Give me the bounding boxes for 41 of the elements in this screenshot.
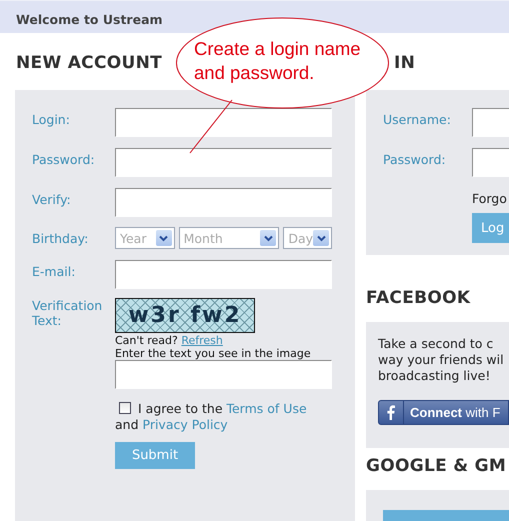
field-label: Verification Text:: [32, 298, 104, 330]
checkbox[interactable]: [119, 402, 131, 414]
field-label: Username:: [383, 111, 452, 129]
caret-icon: [313, 230, 329, 246]
agreement-text: I agree to the Terms of Use and Privacy Policy: [115, 401, 308, 433]
callout-text: Create a login name and password.: [194, 37, 362, 85]
facebook-connect-button[interactable]: Connect with F: [378, 400, 509, 425]
text-field[interactable]: [115, 108, 332, 137]
text-field[interactable]: [115, 148, 332, 177]
dropdown[interactable]: Day: [283, 227, 332, 249]
section-heading: FACEBOOK: [366, 288, 470, 308]
section-heading: GOOGLE & GM: [366, 456, 506, 476]
field-label: E-mail:: [32, 263, 76, 281]
terms-link[interactable]: Terms of Use: [226, 401, 307, 416]
dropdown[interactable]: Month: [178, 227, 280, 249]
text-field[interactable]: [115, 260, 332, 289]
field-label: Verify:: [32, 191, 72, 209]
text-field[interactable]: [115, 360, 332, 389]
text-field[interactable]: [115, 188, 332, 217]
submit-button[interactable]: Submit: [115, 442, 195, 469]
caret-icon: [156, 230, 172, 246]
captcha-image: w3r fw2: [115, 298, 255, 333]
hint-text: Enter the text you see in the image: [115, 347, 312, 360]
field-label: Password:: [383, 151, 447, 169]
dropdown[interactable]: Year: [115, 227, 175, 249]
cant-read-text: Can't read? Refresh: [115, 334, 224, 347]
text-field[interactable]: [472, 108, 509, 137]
description-text: Take a second to c way your friends wil broadcasting live!: [378, 336, 505, 384]
page-title: Welcome to Ustream: [16, 12, 163, 27]
text-field[interactable]: [472, 148, 509, 177]
field-label: Birthday:: [32, 230, 90, 248]
forgot-link[interactable]: Forgo: [472, 191, 507, 206]
field-label: Password:: [32, 151, 96, 169]
caret-icon: [260, 230, 276, 246]
leader-line: [190, 100, 232, 154]
section-heading: NEW ACCOUNT: [16, 53, 162, 73]
login-button[interactable]: Log: [472, 213, 509, 243]
refresh-link[interactable]: Refresh: [181, 334, 223, 347]
privacy-link[interactable]: Privacy Policy: [142, 417, 228, 432]
field-label: Login:: [32, 111, 71, 129]
section-heading: IN: [394, 53, 416, 73]
